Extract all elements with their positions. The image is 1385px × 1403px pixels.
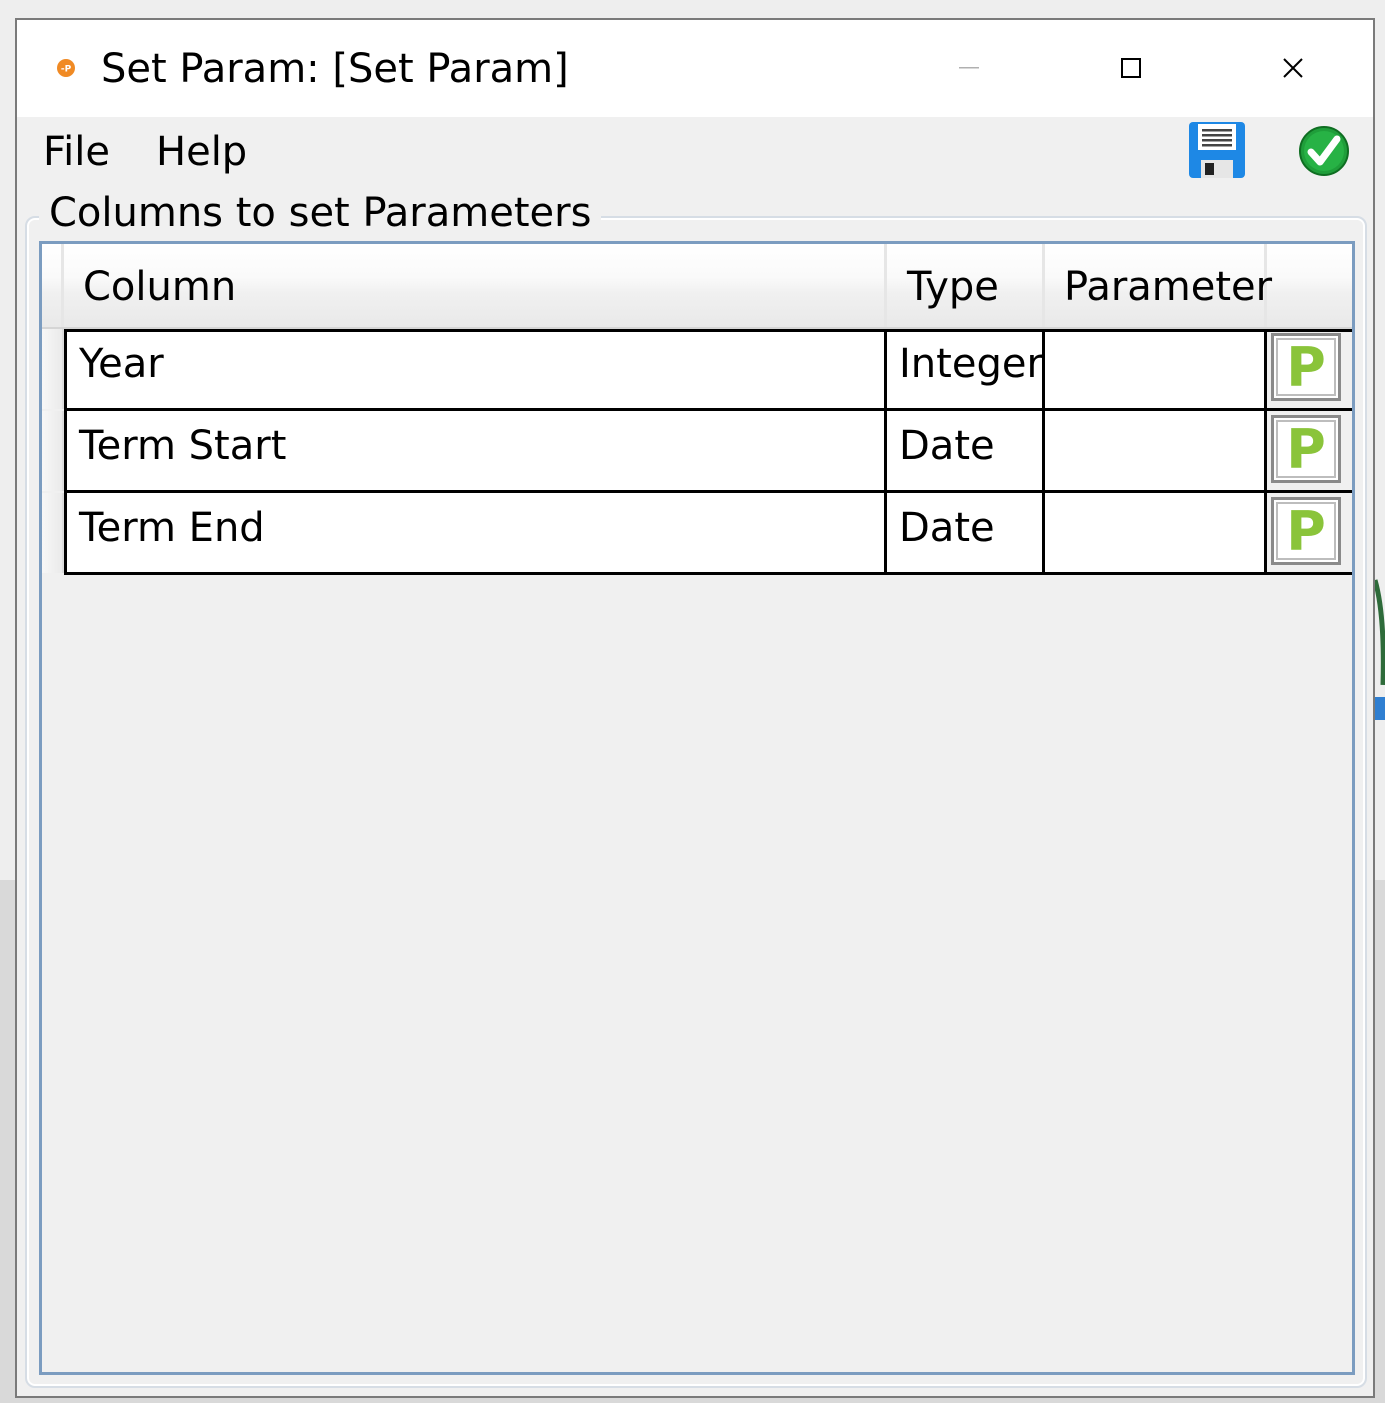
set-parameter-button[interactable]: P <box>1271 415 1341 483</box>
parameter-grid: Column Type Parameter Year Integer P Ter… <box>39 241 1355 1375</box>
menu-help[interactable]: Help <box>156 129 247 175</box>
header-action[interactable] <box>1267 244 1352 327</box>
cell-type[interactable]: Date <box>887 411 1045 490</box>
grid-top-line <box>64 329 1352 332</box>
maximize-icon <box>1121 58 1141 78</box>
minimize-icon <box>959 67 979 69</box>
table-row: Term End Date P <box>64 493 1352 575</box>
cell-action: P <box>1267 329 1352 408</box>
parameter-p-icon: P <box>1286 499 1326 563</box>
header-parameter[interactable]: Parameter <box>1045 244 1272 327</box>
close-icon <box>1283 58 1303 78</box>
app-icon: -P <box>57 59 75 77</box>
set-parameter-button[interactable]: P <box>1271 497 1341 565</box>
table-row: Term Start Date P <box>64 411 1352 493</box>
groupbox-title: Columns to set Parameters <box>39 190 602 236</box>
maximize-button[interactable] <box>1107 48 1155 88</box>
green-checkmark-icon <box>1299 126 1349 176</box>
set-parameter-button[interactable]: P <box>1271 333 1341 401</box>
parameter-p-icon: P <box>1286 335 1326 399</box>
grid-header: Column Type Parameter <box>42 244 1352 329</box>
cell-column-name[interactable]: Year <box>64 329 887 408</box>
row-header[interactable] <box>42 493 64 573</box>
cell-action: P <box>1267 411 1352 490</box>
row-header[interactable] <box>42 329 64 409</box>
close-button[interactable] <box>1269 48 1317 88</box>
cell-parameter[interactable] <box>1045 329 1267 408</box>
menu-file[interactable]: File <box>43 129 110 175</box>
row-header-column <box>42 329 64 575</box>
cell-type[interactable]: Date <box>887 493 1045 572</box>
cell-column-name[interactable]: Term Start <box>64 411 887 490</box>
window-title: Set Param: [Set Param] <box>101 46 569 92</box>
row-header[interactable] <box>42 411 64 491</box>
cell-parameter[interactable] <box>1045 411 1267 490</box>
floppy-disk-icon <box>1189 122 1245 178</box>
cell-action: P <box>1267 493 1352 572</box>
menu-bar: File Help <box>17 117 1373 187</box>
header-type[interactable]: Type <box>887 244 1045 327</box>
table-row: Year Integer P <box>64 329 1352 411</box>
cell-parameter[interactable] <box>1045 493 1267 572</box>
set-param-window: -P Set Param: [Set Param] File Help Colu… <box>15 18 1375 1398</box>
ok-button[interactable] <box>1298 125 1350 177</box>
cell-column-name[interactable]: Term End <box>64 493 887 572</box>
minimize-button[interactable] <box>945 48 993 88</box>
parameter-p-icon: P <box>1286 417 1326 481</box>
title-bar[interactable]: -P Set Param: [Set Param] <box>17 20 1373 117</box>
cell-type[interactable]: Integer <box>887 329 1045 408</box>
header-column[interactable]: Column <box>64 244 887 327</box>
svg-text:-P: -P <box>61 65 72 75</box>
save-button[interactable] <box>1187 120 1247 180</box>
header-corner <box>42 244 64 327</box>
